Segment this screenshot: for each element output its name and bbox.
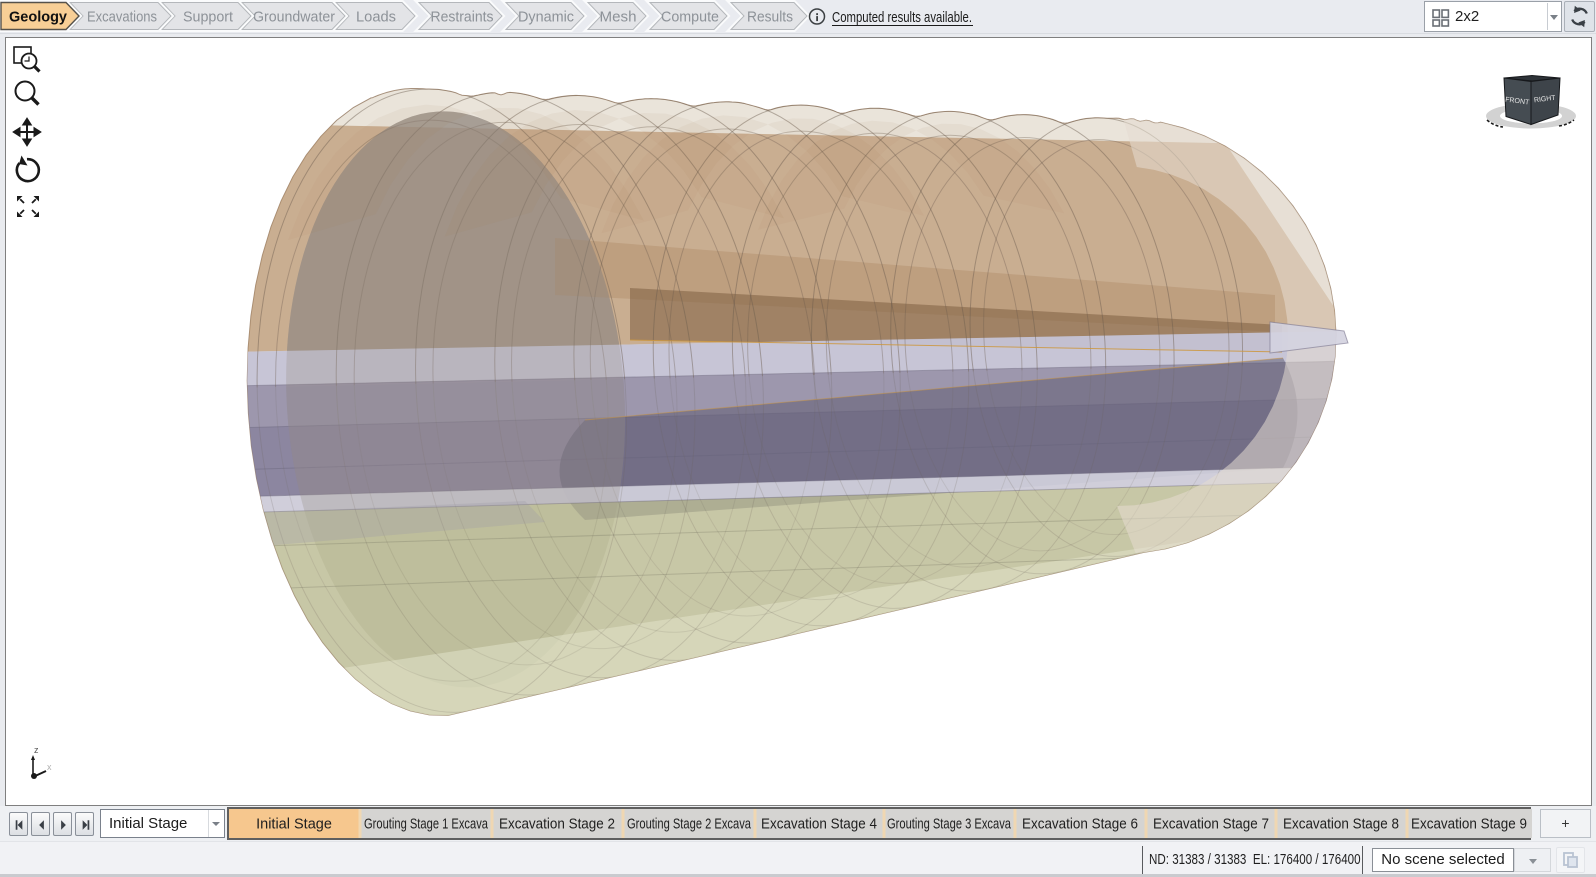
svg-text:Excavations: Excavations (87, 9, 157, 26)
svg-text:Excavation Stage 7: Excavation Stage 7 (1153, 817, 1269, 833)
svg-text:Compute: Compute (661, 9, 719, 26)
svg-text:Initial Stage: Initial Stage (256, 817, 332, 833)
svg-text:Grouting Stage 3 Excava: Grouting Stage 3 Excava (887, 817, 1012, 833)
svg-text:Restraints: Restraints (431, 9, 494, 26)
svg-text:Loads: Loads (356, 9, 396, 26)
svg-text:Geology: Geology (9, 9, 68, 26)
svg-text:z: z (34, 745, 39, 755)
svg-text:Excavation Stage 6: Excavation Stage 6 (1022, 817, 1138, 833)
svg-text:Excavation Stage 8: Excavation Stage 8 (1283, 817, 1399, 833)
svg-text:Computed results available.: Computed results available. (832, 9, 972, 26)
svg-text:Support: Support (183, 9, 234, 26)
svg-text:Grouting Stage 1 Excava: Grouting Stage 1 Excava (364, 817, 489, 833)
svg-text:Dynamic: Dynamic (518, 9, 574, 26)
svg-text:Mesh: Mesh (600, 9, 637, 26)
svg-text:Groundwater: Groundwater (253, 9, 335, 26)
svg-text:Excavation Stage 4: Excavation Stage 4 (761, 817, 877, 833)
svg-text:Excavation Stage 9: Excavation Stage 9 (1411, 817, 1527, 833)
svg-text:Grouting Stage 2 Excava: Grouting Stage 2 Excava (627, 817, 752, 833)
svg-text:Results: Results (747, 9, 793, 26)
svg-text:Excavation Stage 2: Excavation Stage 2 (499, 817, 615, 833)
svg-text:x: x (47, 762, 52, 772)
